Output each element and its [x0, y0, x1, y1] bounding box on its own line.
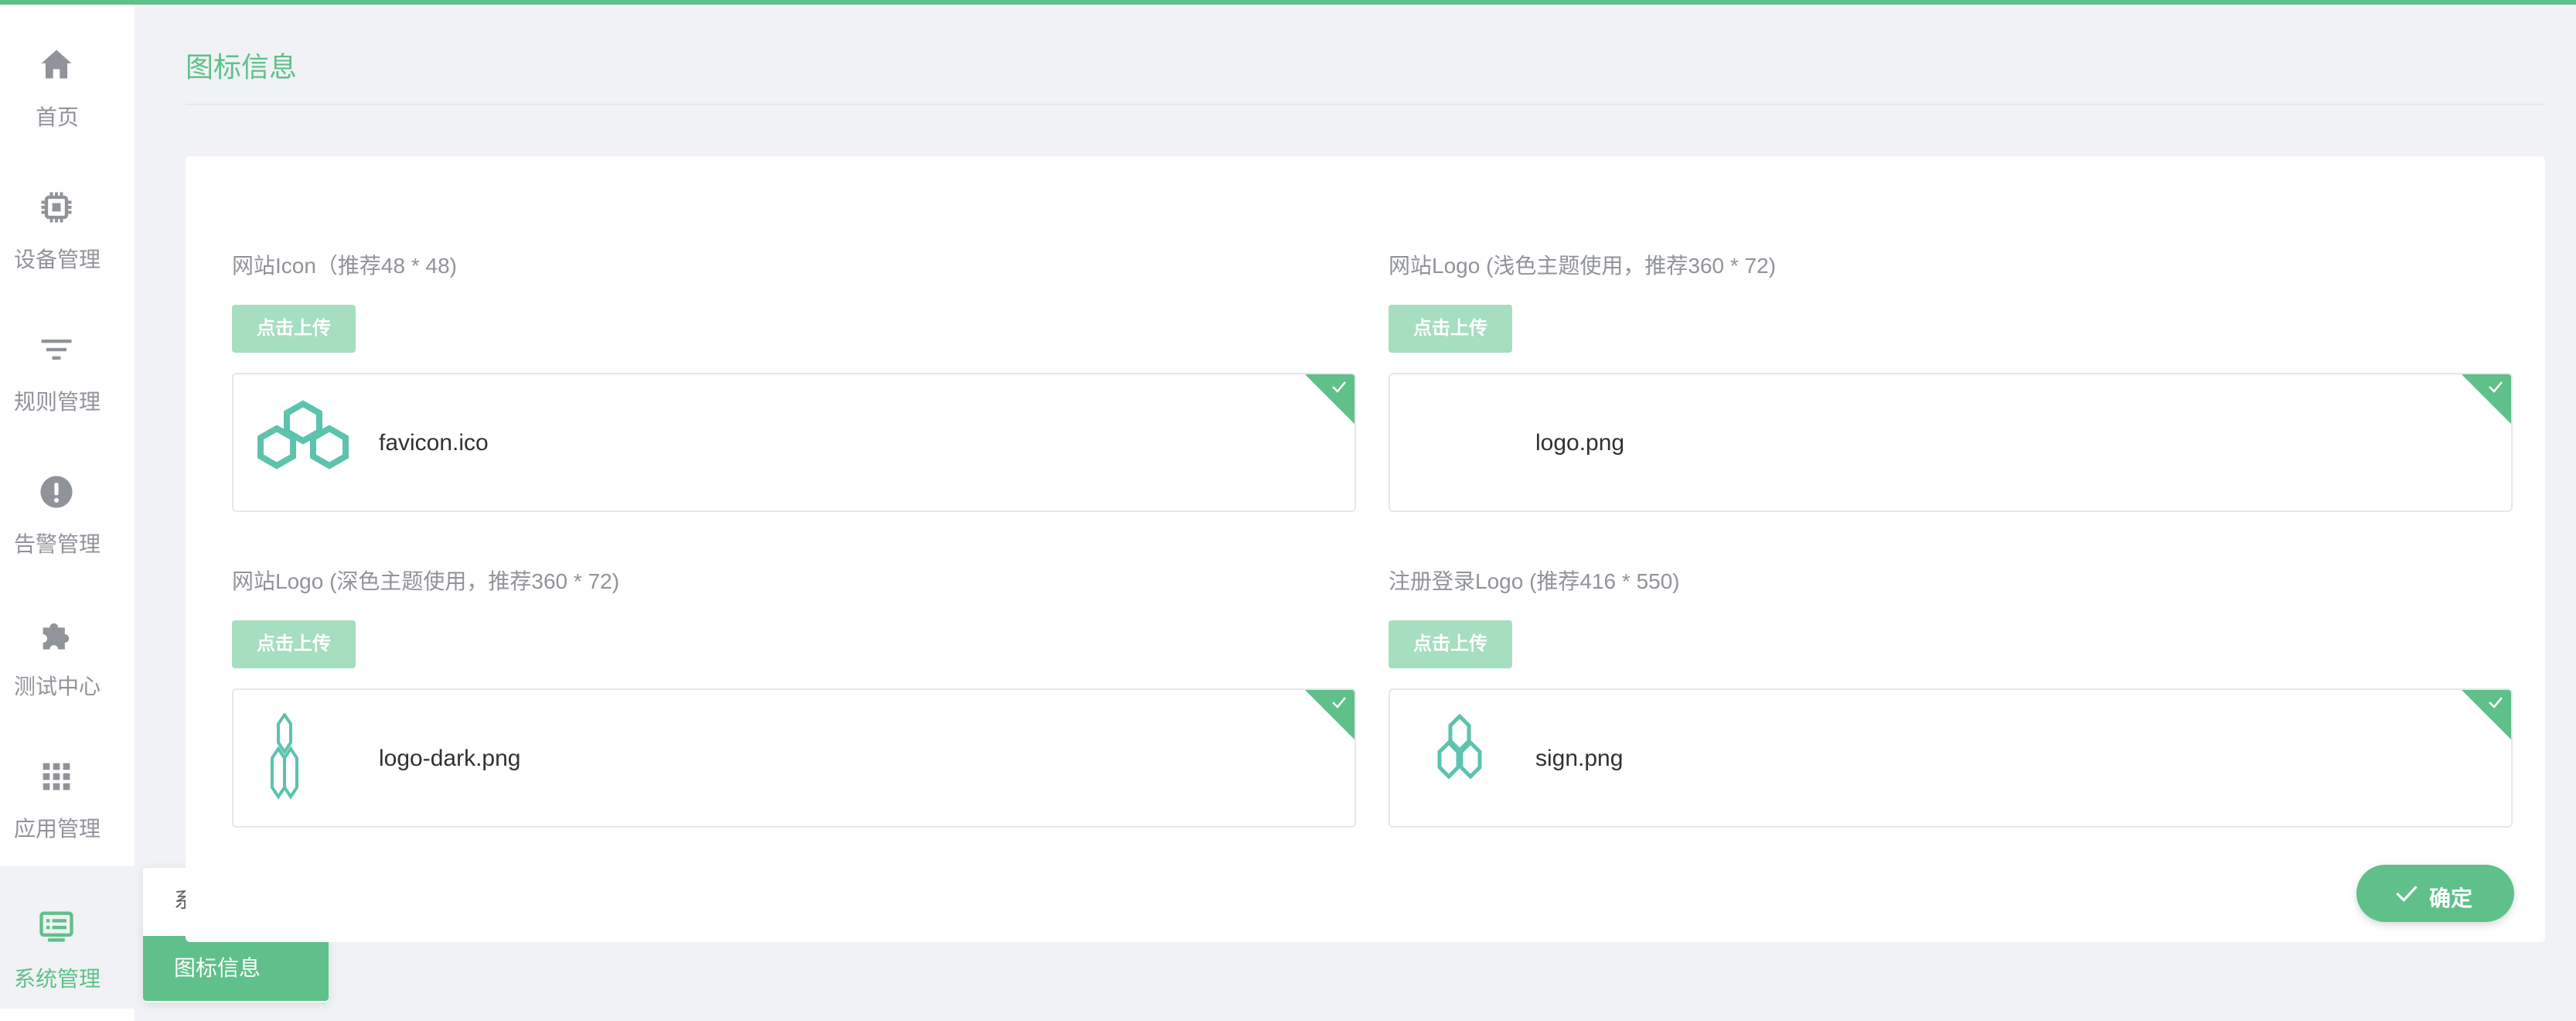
sidebar-item-label: 首页 [35, 105, 79, 129]
upload-label-logo-light: 网站Logo (浅色主题使用，推荐360 * 72) [1389, 254, 1777, 278]
grid-icon [43, 763, 70, 791]
file-name: sign.png [1535, 746, 1624, 771]
sidebar-item-label: 设备管理 [13, 248, 101, 271]
page-title: 图标信息 [186, 51, 298, 83]
upload-button-logo-light[interactable]: 点击上传 [1389, 305, 1512, 353]
sidebar-item-rules[interactable]: 规则管理 [0, 289, 135, 432]
file-name: favicon.ico [379, 430, 489, 456]
check-icon [1332, 697, 1346, 709]
check-icon [2396, 886, 2418, 903]
filter-icon [41, 340, 72, 360]
file-name: logo-dark.png [379, 746, 521, 771]
upload-label-logo-dark: 网站Logo (深色主题使用，推荐360 * 72) [232, 569, 620, 593]
file-item-logo-light[interactable]: logo.png [1389, 373, 2513, 512]
hexagon-logo-thumbnail [1437, 713, 1482, 780]
upload-label-sign: 注册登录Logo (推荐416 * 550) [1389, 569, 1680, 593]
upload-button-favicon[interactable]: 点击上传 [232, 305, 356, 353]
check-icon [1332, 381, 1346, 393]
hexagon-logo-thumbnail [271, 713, 298, 800]
sidebar-item-system[interactable]: 系统管理 [0, 866, 135, 1009]
sidebar-item-label: 测试中心 [13, 674, 101, 698]
confirm-label: 确定 [2429, 886, 2473, 910]
sidebar-item-label: 规则管理 [13, 390, 101, 414]
divider [186, 104, 2545, 105]
hexagon-logo-thumbnail [257, 400, 349, 470]
confirm-button[interactable]: 确定 [2356, 865, 2514, 922]
icon-settings-card: 网站Icon（推荐48 * 48) 点击上传 favicon.ico 网站Log… [186, 156, 2545, 942]
sidebar-item-apps[interactable]: 应用管理 [0, 716, 135, 859]
file-item-logo-dark[interactable]: logo-dark.png [232, 688, 1356, 828]
upload-button-sign[interactable]: 点击上传 [1389, 620, 1512, 668]
sidebar-item-test-center[interactable]: 测试中心 [0, 574, 135, 716]
sidebar-item-home[interactable]: 首页 [0, 5, 135, 147]
file-item-sign[interactable]: sign.png [1389, 688, 2513, 828]
sidebar-item-alerts[interactable]: 告警管理 [0, 432, 135, 574]
chip-icon [41, 192, 72, 223]
file-name: logo.png [1535, 430, 1625, 456]
submenu-item-icon-info[interactable]: 图标信息 [143, 936, 329, 1001]
alert-icon [40, 476, 73, 508]
sidebar: 首页 设备管理 规则管理 告警管理 测试中心 应用管理 系统管理 [0, 5, 135, 1021]
sidebar-item-label: 系统管理 [13, 967, 101, 991]
sidebar-item-label: 告警管理 [13, 532, 101, 556]
home-icon [41, 50, 72, 79]
check-icon [2489, 697, 2503, 709]
monitor-icon [39, 911, 73, 942]
sidebar-item-label: 应用管理 [13, 817, 101, 841]
top-accent-bar [0, 0, 2576, 5]
sidebar-item-devices[interactable]: 设备管理 [0, 147, 135, 289]
upload-label-favicon: 网站Icon（推荐48 * 48) [232, 254, 457, 278]
check-icon [2489, 381, 2503, 393]
file-item-favicon[interactable]: favicon.ico [232, 373, 1356, 512]
upload-button-logo-dark[interactable]: 点击上传 [232, 620, 356, 668]
puzzle-icon [43, 623, 70, 650]
